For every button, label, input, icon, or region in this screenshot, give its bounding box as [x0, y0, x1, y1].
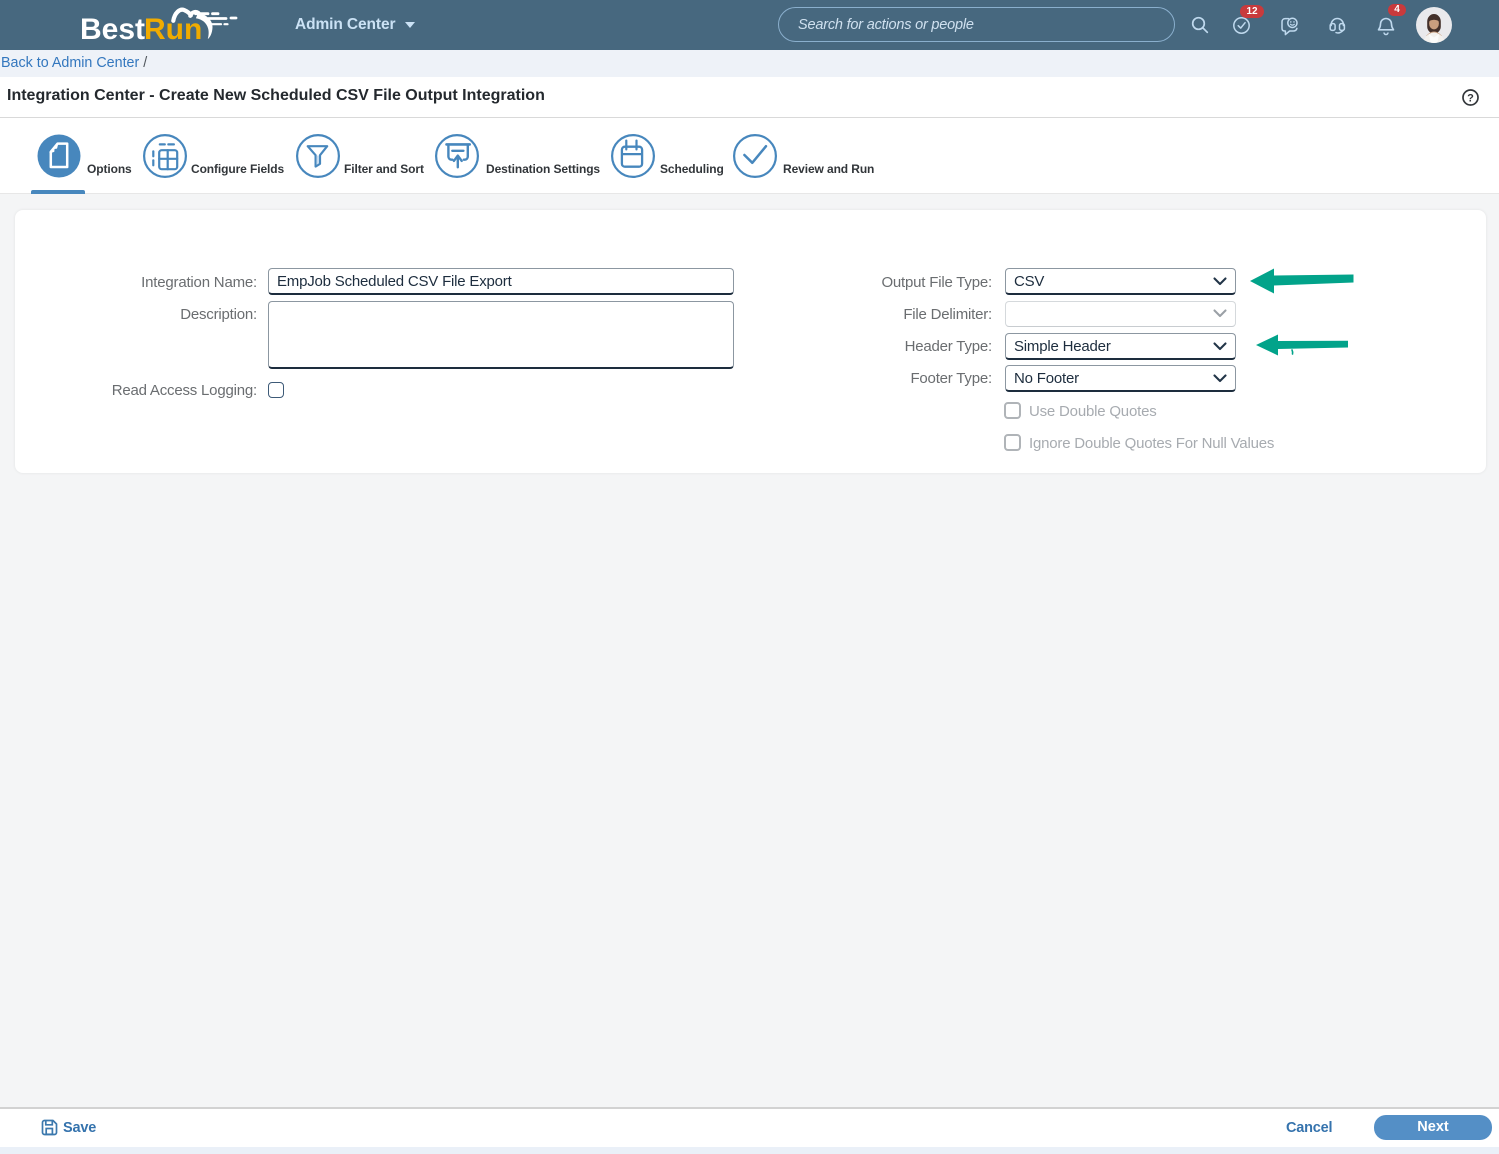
svg-text:?: ? [1467, 93, 1474, 105]
svg-text:Run: Run [144, 13, 202, 46]
svg-text:Best: Best [80, 13, 145, 46]
